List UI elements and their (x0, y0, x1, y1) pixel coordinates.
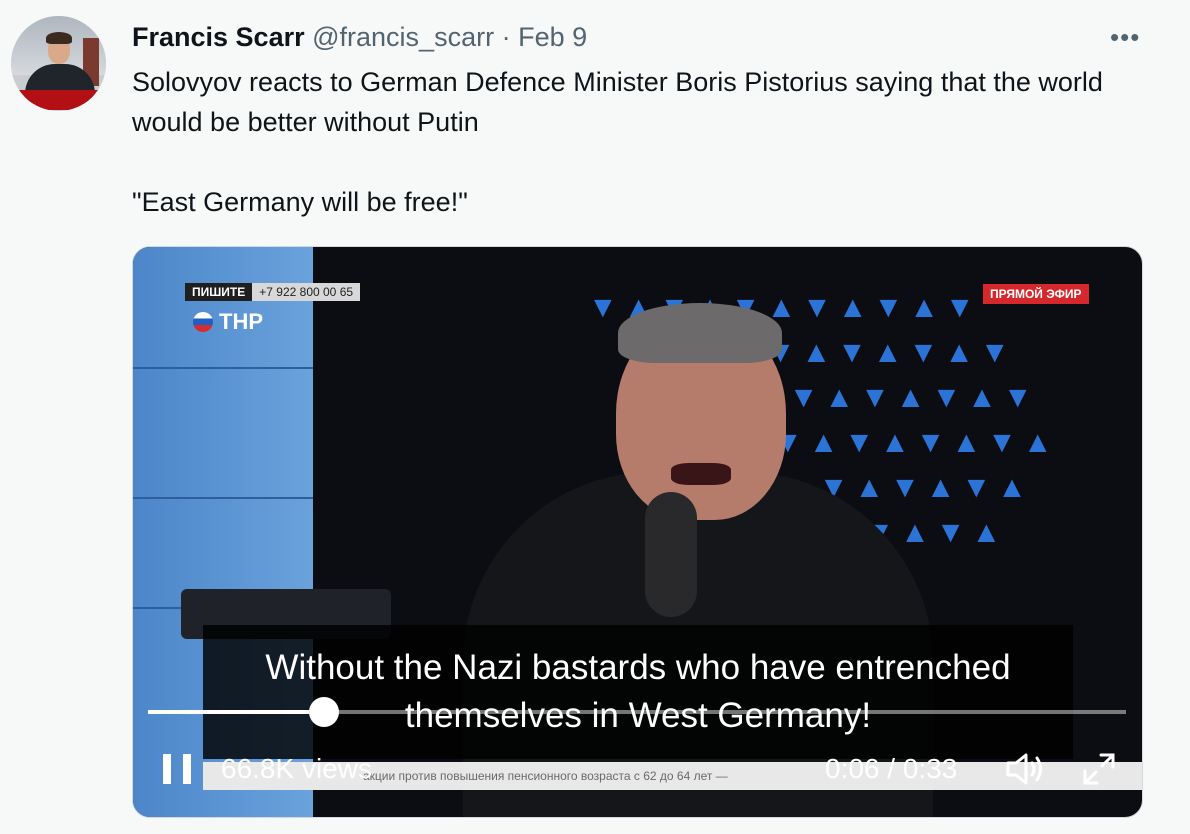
tweet-text-line: Solovyov reacts to German Defence Minist… (132, 67, 1103, 137)
more-icon[interactable]: ••• (1110, 22, 1140, 52)
video-progress-bar[interactable] (148, 697, 1126, 727)
avatar-hair (46, 32, 72, 44)
tweet-header: Francis Scarr @francis_scarr · Feb 9 (132, 20, 587, 54)
pause-icon[interactable] (163, 754, 191, 784)
panel-seam (133, 497, 313, 499)
playback-time: 0:06 / 0:33 (825, 753, 958, 784)
subtitle-box (203, 625, 1073, 759)
author-name[interactable]: Francis Scarr (132, 22, 305, 52)
studio-pattern: ▲▼▲▼▲▼▲▼ (753, 381, 1039, 414)
video-scrubber-handle[interactable] (309, 697, 340, 727)
author-avatar[interactable] (11, 16, 106, 111)
avatar-news-strap (17, 90, 100, 110)
studio-microphone (645, 492, 697, 617)
view-count: 66.8K views (221, 753, 372, 784)
studio-pattern: ▼▲▼▲▼▲▼▲ (773, 426, 1059, 459)
channel-logo-text: THP (219, 309, 263, 334)
panel-seam (133, 367, 313, 369)
tweet-text-quote: "East Germany will be free!" (132, 187, 468, 217)
volume-icon[interactable] (1005, 751, 1045, 787)
channel-logo-icon (193, 312, 213, 332)
video-player[interactable]: ▼▲▼▲▼▲▼▲▼▲▼ ▼▲▼▲▼▲▼▲▼▲▼ ▲▼▲▼▲▼▲▼ ▼▲▼▲▼▲▼… (132, 246, 1143, 818)
header-separator: · (501, 22, 511, 52)
subtitle-line-1: Without the Nazi bastards who have entre… (265, 648, 1011, 687)
tweet-text: Solovyov reacts to German Defence Minist… (132, 62, 1132, 222)
host-mouth (671, 463, 731, 485)
host-hair (618, 303, 782, 363)
phone-overlay: ПИШИТЕ +7 922 800 00 65 (185, 283, 361, 301)
author-handle[interactable]: @francis_scarr (312, 22, 494, 52)
overlay-write-label: ПИШИТЕ (185, 283, 253, 301)
live-badge: ПРЯМОЙ ЭФИР (983, 284, 1089, 304)
overlay-phone-number: +7 922 800 00 65 (252, 283, 361, 301)
tweet-date[interactable]: Feb 9 (518, 22, 587, 52)
video-progress-fill (148, 710, 325, 714)
fullscreen-icon[interactable] (1081, 751, 1117, 787)
channel-logo: THP (193, 309, 263, 335)
subtitle-line-2: themselves in West Germany! (404, 696, 872, 735)
